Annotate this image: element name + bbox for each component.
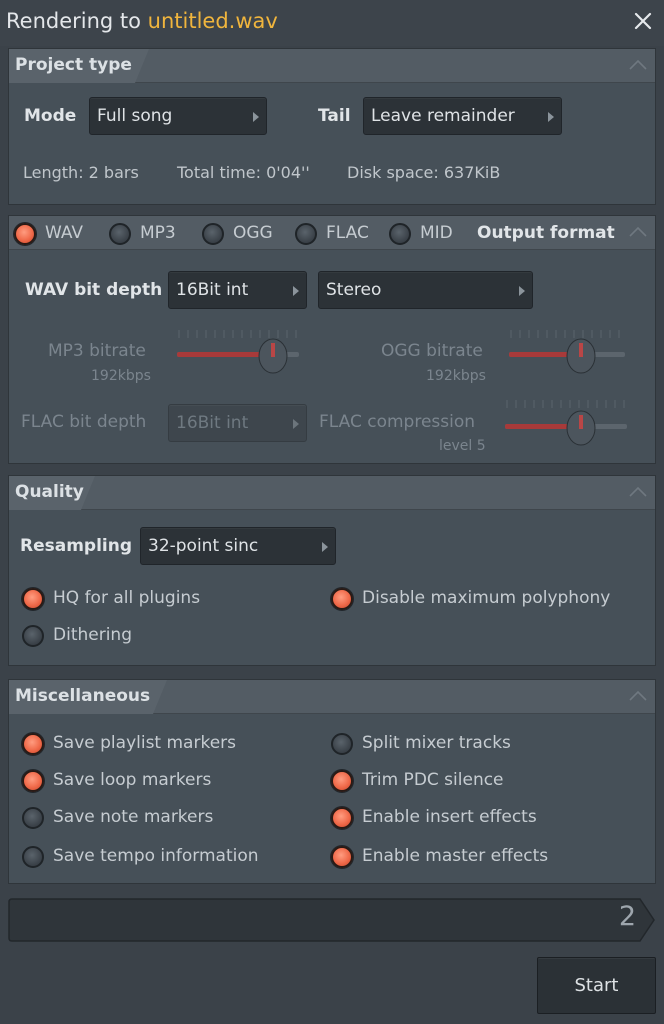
format-ogg-label: OGG	[233, 223, 273, 243]
save-loop-markers-label: Save loop markers	[53, 770, 212, 790]
ogg-bitrate-label: OGG bitrate	[381, 341, 483, 361]
chevron-right-icon	[322, 542, 328, 552]
trim-pdc-silence-radio[interactable]	[331, 770, 353, 792]
collapse-icon[interactable]	[629, 60, 647, 70]
panel-title: Miscellaneous	[15, 686, 151, 706]
disable-polyphony-label: Disable maximum polyphony	[362, 588, 611, 608]
flac-compression-label: FLAC compression	[319, 412, 476, 432]
panel-title: Quality	[15, 482, 84, 502]
save-note-markers-label: Save note markers	[53, 807, 214, 827]
chevron-right-icon	[293, 286, 299, 296]
flac-compression-value: level 5	[439, 438, 486, 454]
mode-value: Full song	[97, 106, 173, 126]
enable-insert-effects-label: Enable insert effects	[362, 807, 537, 827]
resampling-label: Resampling	[20, 536, 133, 556]
mp3-bitrate-slider[interactable]	[173, 326, 303, 374]
progress-value: 2	[618, 901, 636, 932]
tail-label: Tail	[318, 106, 351, 126]
total-time-info: Total time: 0'04''	[177, 163, 310, 182]
mp3-bitrate-label: MP3 bitrate	[48, 341, 146, 361]
close-icon	[634, 12, 652, 30]
output-format-title: Output format	[477, 223, 615, 243]
format-wav-radio[interactable]	[14, 223, 36, 245]
start-button-label: Start	[574, 975, 619, 996]
render-progress-bar: 2	[8, 897, 656, 943]
format-mp3-radio[interactable]	[109, 223, 131, 245]
channels-value: Stereo	[326, 280, 382, 300]
close-button[interactable]	[632, 10, 654, 32]
length-info: Length: 2 bars	[23, 163, 139, 182]
flac-compression-slider[interactable]	[501, 396, 631, 446]
wav-bit-depth-value: 16Bit int	[176, 280, 249, 300]
mp3-bitrate-value: 192kbps	[91, 368, 151, 384]
window-title: Rendering to untitled.wav	[6, 9, 278, 33]
enable-insert-effects-radio[interactable]	[331, 807, 353, 829]
wav-bit-depth-dropdown[interactable]: 16Bit int	[168, 271, 307, 309]
save-tempo-information-label: Save tempo information	[53, 846, 259, 866]
quality-panel: Quality Resampling 32-point sinc HQ for …	[8, 475, 656, 666]
misc-panel: Miscellaneous Save playlist markers Spli…	[8, 679, 656, 884]
flac-bit-depth-label: FLAC bit depth	[21, 412, 147, 432]
trim-pdc-silence-label: Trim PDC silence	[362, 770, 504, 790]
enable-master-effects-label: Enable master effects	[362, 846, 549, 866]
panel-title: Project type	[15, 55, 132, 75]
chevron-right-icon	[548, 112, 554, 122]
project-type-header[interactable]: Project type	[9, 49, 655, 83]
title-filename: untitled.wav	[147, 9, 278, 33]
collapse-icon[interactable]	[629, 691, 647, 701]
resampling-value: 32-point sinc	[148, 536, 259, 556]
title-bar: Rendering to untitled.wav	[0, 0, 664, 46]
wav-bit-depth-label: WAV bit depth	[25, 280, 163, 300]
hq-plugins-radio[interactable]	[22, 588, 44, 610]
mode-dropdown[interactable]: Full song	[89, 97, 267, 135]
dithering-radio[interactable]	[22, 625, 44, 647]
chevron-right-icon	[519, 286, 525, 296]
misc-header[interactable]: Miscellaneous	[9, 680, 655, 714]
hq-plugins-label: HQ for all plugins	[53, 588, 201, 608]
quality-header[interactable]: Quality	[9, 476, 655, 510]
save-tempo-information-radio[interactable]	[22, 846, 44, 868]
start-button[interactable]: Start	[537, 957, 656, 1014]
format-flac-label: FLAC	[326, 223, 369, 243]
split-mixer-tracks-label: Split mixer tracks	[362, 733, 511, 753]
mode-label: Mode	[24, 106, 77, 126]
title-prefix: Rendering to	[6, 9, 148, 33]
ogg-bitrate-slider[interactable]	[505, 326, 629, 374]
project-type-panel: Project type Mode Full song Tail Leave r…	[8, 48, 656, 205]
tail-value: Leave remainder	[371, 106, 515, 126]
resampling-dropdown[interactable]: 32-point sinc	[140, 527, 336, 565]
enable-master-effects-radio[interactable]	[331, 846, 353, 868]
format-mid-label: MID	[420, 223, 453, 243]
save-note-markers-radio[interactable]	[22, 807, 44, 829]
chevron-right-icon	[293, 419, 299, 429]
collapse-icon[interactable]	[629, 227, 647, 237]
output-format-panel: WAV MP3 OGG FLAC MID Output format WAV b…	[8, 215, 656, 464]
dithering-label: Dithering	[53, 625, 132, 645]
ogg-bitrate-value: 192kbps	[426, 368, 486, 384]
format-mid-radio[interactable]	[389, 223, 411, 245]
save-loop-markers-radio[interactable]	[22, 770, 44, 792]
collapse-icon[interactable]	[629, 487, 647, 497]
split-mixer-tracks-radio[interactable]	[331, 733, 353, 755]
format-ogg-radio[interactable]	[202, 223, 224, 245]
tail-dropdown[interactable]: Leave remainder	[363, 97, 562, 135]
format-mp3-label: MP3	[140, 223, 176, 243]
disable-polyphony-radio[interactable]	[331, 588, 353, 610]
channels-dropdown[interactable]: Stereo	[318, 271, 533, 309]
disk-space-info: Disk space: 637KiB	[347, 163, 501, 182]
flac-bit-depth-value: 16Bit int	[176, 413, 249, 433]
format-wav-label: WAV	[45, 223, 84, 243]
chevron-right-icon	[253, 112, 259, 122]
format-flac-radio[interactable]	[295, 223, 317, 245]
flac-bit-depth-dropdown[interactable]: 16Bit int	[168, 404, 307, 442]
progress-arrow-shape	[8, 898, 655, 942]
save-playlist-markers-radio[interactable]	[22, 733, 44, 755]
save-playlist-markers-label: Save playlist markers	[53, 733, 237, 753]
